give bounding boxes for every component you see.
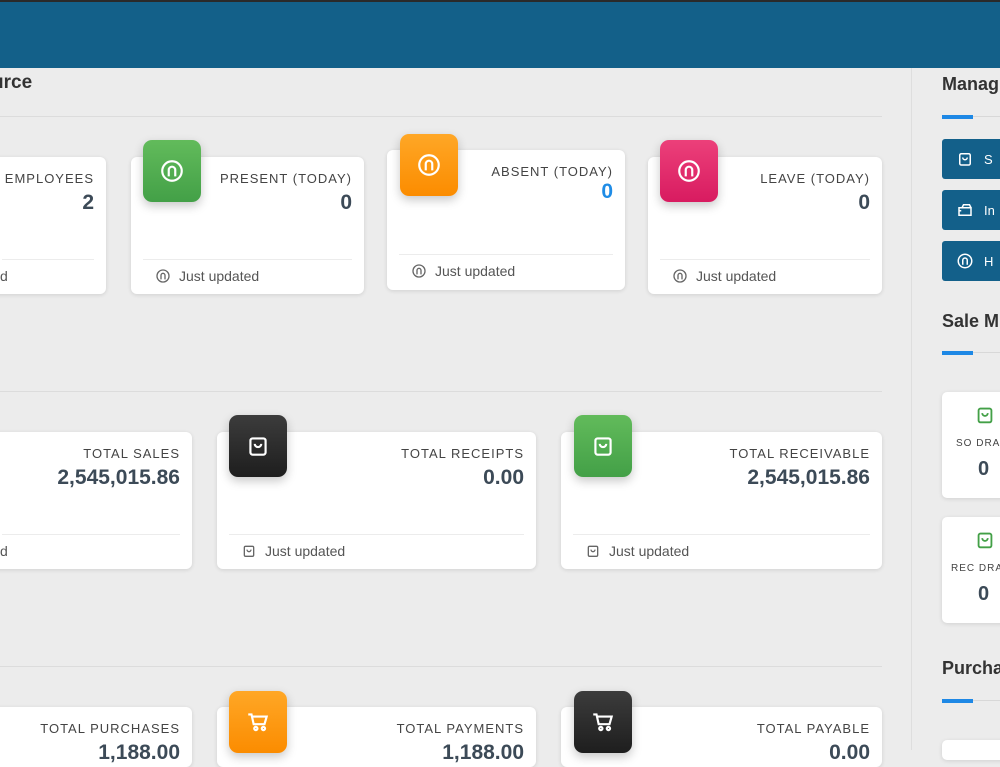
card-label: TOTAL PAYMENTS xyxy=(396,721,524,736)
card-footer: Just updated xyxy=(585,543,689,559)
mini-card-value: 0 xyxy=(978,583,990,605)
card-footer-text: Just updated xyxy=(265,543,346,559)
top-navbar xyxy=(0,0,1000,68)
mini-card-value: 0 xyxy=(978,458,990,480)
card-value: 0.00 xyxy=(829,741,870,764)
cart-icon xyxy=(248,713,269,732)
absent-badge xyxy=(400,134,458,196)
sidebar-button-label: S xyxy=(984,151,993,167)
section-divider xyxy=(0,116,882,117)
card-value: 1,188.00 xyxy=(442,741,524,764)
shopping-bag-icon xyxy=(959,153,971,166)
card-label: ABSENT (TODAY) xyxy=(491,164,613,179)
shopping-bag-icon xyxy=(977,407,993,424)
card-divider xyxy=(2,259,94,260)
card-footer-text: Just updated xyxy=(179,268,260,284)
employees-card[interactable]: EMPLOYEES 2 d xyxy=(0,157,106,294)
card-divider xyxy=(2,534,180,535)
card-label: PRESENT (TODAY) xyxy=(219,171,352,186)
present-badge xyxy=(143,140,201,202)
section-title-human-resource: urce xyxy=(0,72,33,93)
card-label: EMPLOYEES xyxy=(4,171,94,186)
user-circle-icon xyxy=(678,160,700,182)
card-divider xyxy=(229,534,524,535)
sidebar-button-label: In xyxy=(984,202,995,218)
user-circle-icon xyxy=(673,269,687,283)
card-label: TOTAL PAYABLE xyxy=(756,721,870,736)
card-divider xyxy=(573,534,870,535)
so-draft-card[interactable]: SO DRA 0 xyxy=(942,392,1000,498)
card-footer: Just updated xyxy=(241,543,345,559)
purchase-mini-card[interactable] xyxy=(942,740,1000,760)
card-value: 2 xyxy=(82,191,94,214)
card-label: TOTAL SALES xyxy=(83,446,180,461)
sidebar-title-purchase: Purcha xyxy=(942,658,1000,678)
card-footer: d xyxy=(0,268,8,284)
title-underline xyxy=(942,699,973,703)
card-footer-text: Just updated xyxy=(696,268,777,284)
card-value: 0.00 xyxy=(483,466,524,489)
shopping-bag-icon xyxy=(243,545,255,557)
shopping-bag-icon xyxy=(977,532,993,549)
user-circle-icon xyxy=(418,154,440,176)
sidebar-button-label: H xyxy=(984,253,994,269)
card-divider xyxy=(143,259,352,260)
user-circle-icon xyxy=(161,160,183,182)
shopping-bag-icon xyxy=(587,545,599,557)
card-footer: Just updated xyxy=(155,268,259,284)
sidebar-title-sale: Sale M xyxy=(942,311,1000,331)
section-divider xyxy=(0,391,882,392)
card-divider xyxy=(660,259,870,260)
rec-draft-card[interactable]: REC DRA 0 xyxy=(942,517,1000,623)
leave-badge xyxy=(660,140,718,202)
card-value: 1,188.00 xyxy=(98,741,180,764)
card-footer: Just updated xyxy=(672,268,776,284)
user-circle-icon xyxy=(957,253,973,269)
card-footer: d xyxy=(0,543,8,559)
user-circle-icon xyxy=(412,264,426,278)
card-label: TOTAL RECEIPTS xyxy=(401,446,524,461)
sidebar-title-manage: Manag xyxy=(942,74,1000,94)
mini-card-label: REC DRA xyxy=(951,563,1000,574)
card-label: TOTAL PURCHASES xyxy=(40,721,180,736)
user-circle-icon xyxy=(156,269,170,283)
shopping-bag-icon xyxy=(249,437,267,456)
shopping-bag-icon xyxy=(594,437,612,456)
receipts-badge xyxy=(229,415,287,477)
card-value: 2,545,015.86 xyxy=(747,466,870,489)
card-footer-text: d xyxy=(0,268,8,284)
card-value: 0 xyxy=(601,180,613,203)
card-footer-text: Just updated xyxy=(435,263,516,279)
card-value: 2,545,015.86 xyxy=(57,466,180,489)
card-divider xyxy=(399,254,613,255)
title-underline xyxy=(942,351,973,355)
title-underline-track xyxy=(973,700,1000,701)
cart-icon xyxy=(593,713,614,732)
receivable-badge xyxy=(574,415,632,477)
sidebar-button-sales[interactable]: S xyxy=(942,139,1000,179)
sidebar-button-inventory[interactable]: In xyxy=(942,190,1000,230)
mini-card-label: SO DRA xyxy=(956,438,1000,449)
card-label: LEAVE (TODAY) xyxy=(760,171,870,186)
card-footer: Just updated xyxy=(411,263,515,279)
card-value: 0 xyxy=(858,191,870,214)
card-footer-text: d xyxy=(0,543,8,559)
payments-badge xyxy=(229,691,287,753)
title-underline xyxy=(942,115,973,119)
inventory-icon xyxy=(958,204,972,216)
card-label: TOTAL RECEIVABLE xyxy=(729,446,870,461)
section-divider xyxy=(0,666,882,667)
payable-badge xyxy=(574,691,632,753)
total-sales-card[interactable]: TOTAL SALES 2,545,015.86 d xyxy=(0,432,192,569)
panel-divider xyxy=(911,68,912,750)
title-underline-track xyxy=(973,352,1000,353)
sidebar-button-hr[interactable]: H xyxy=(942,241,1000,281)
card-value: 0 xyxy=(340,191,352,214)
title-underline-track xyxy=(973,116,1000,117)
total-purchases-card[interactable]: TOTAL PURCHASES 1,188.00 xyxy=(0,707,192,767)
card-footer-text: Just updated xyxy=(609,543,690,559)
